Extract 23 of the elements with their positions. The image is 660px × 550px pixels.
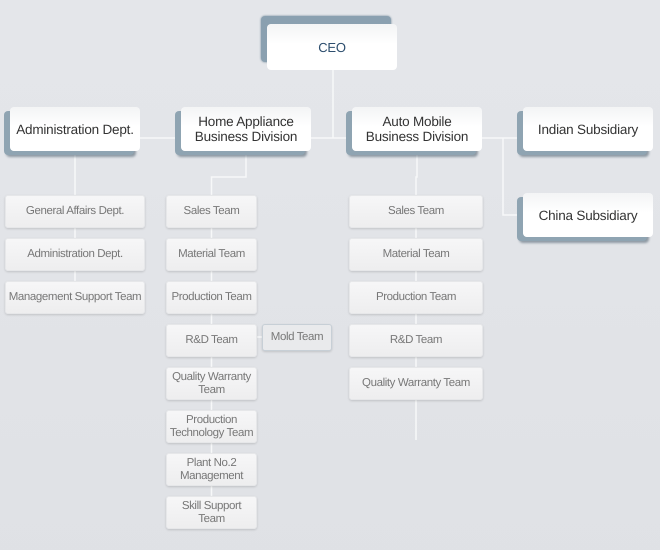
team-node: Sales Team: [349, 195, 483, 228]
team-node: Management Support Team: [5, 281, 145, 314]
team-node: Mold Team: [262, 324, 332, 351]
team-node: Production Team: [166, 281, 257, 314]
team-node: R&D Team: [166, 324, 257, 357]
team-node: Skill Support Team: [166, 496, 257, 529]
team-node: Plant No.2 Management: [166, 453, 257, 486]
division-node: Home Appliance Business Division: [181, 107, 311, 151]
subsidiary-node: China Subsidiary: [523, 193, 653, 237]
ceo-node: CEO: [267, 24, 397, 70]
team-node: General Affairs Dept.: [5, 195, 145, 228]
team-node: Material Team: [166, 238, 257, 271]
team-node: Administration Dept.: [5, 238, 145, 271]
team-node: Production Team: [349, 281, 483, 314]
subsidiary-node: Indian Subsidiary: [523, 107, 653, 151]
team-node: Material Team: [349, 238, 483, 271]
team-node: R&D Team: [349, 324, 483, 357]
team-node: Production Technology Team: [166, 410, 257, 443]
division-node: Administration Dept.: [10, 107, 140, 151]
team-node: Sales Team: [166, 195, 257, 228]
team-node: Quality Warranty Team: [166, 367, 257, 400]
team-node: Quality Warranty Team: [349, 367, 483, 400]
division-node: Auto Mobile Business Division: [352, 107, 482, 151]
